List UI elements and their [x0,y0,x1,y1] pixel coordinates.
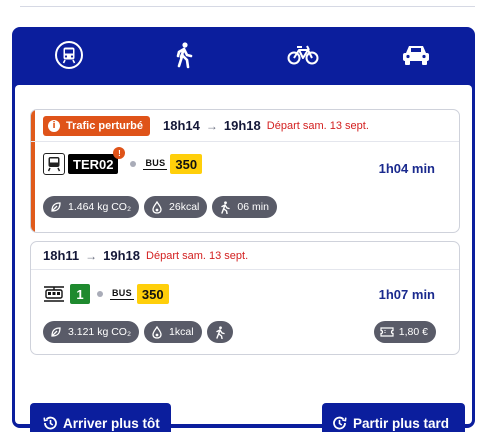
trip-stats: 3.121 kg CO₂ 1kcal [43,321,238,343]
calories-chip: 26kcal [144,196,208,218]
leaf-icon [49,200,63,214]
tram-icon [43,284,65,304]
itinerary-panel: i Trafic perturbé 18h14 → 19h18 Départ s… [12,27,475,432]
pedestrian-icon [213,325,227,339]
departure-time: 18h11 [43,248,80,263]
arrival-time: 19h18 [103,248,141,263]
leg-separator [130,161,137,167]
pedestrian-icon [218,200,232,214]
ter-line-label: TER02 [73,156,114,172]
trip-duration: 1h04 min [378,161,435,176]
itinerary-header: i Trafic perturbé 18h14 → 19h18 Départ s… [31,110,459,142]
bicycle-icon [287,45,319,65]
bus-line-badge: 350 [136,284,169,304]
itinerary-card-2[interactable]: 18h11 → 19h18 Départ sam. 13 sept. 1 BUS [30,241,460,355]
history-icon [42,415,58,431]
tab-bike[interactable] [283,37,323,73]
tab-car[interactable] [396,37,436,73]
train-icon [55,41,83,69]
tab-walk[interactable] [164,37,204,73]
co2-chip: 3.121 kg CO₂ [43,321,140,343]
walk-time-chip: 06 min [212,196,277,218]
depart-later-label: Partir plus tard [353,415,450,431]
price-chip: 1,80 € [373,321,436,343]
trip-stats: 1.464 kg CO₂ 26kcal 06 min [43,196,282,218]
itinerary-header: 18h11 → 19h18 Départ sam. 13 sept. [31,242,459,270]
depart-later-button[interactable]: Partir plus tard [322,403,465,432]
arrive-earlier-label: Arriver plus tôt [63,415,160,431]
results-area: i Trafic perturbé 18h14 → 19h18 Départ s… [15,85,472,432]
pedestrian-icon [176,42,193,69]
flame-icon [150,200,164,214]
disruption-dot-icon: ! [113,147,126,159]
arrow-right-icon: → [205,118,218,133]
co2-value: 3.121 kg CO₂ [68,326,132,338]
tab-transit[interactable] [49,37,89,73]
bus-icon: BUS [110,288,134,300]
departure-time: 18h14 [163,118,200,133]
car-icon [403,46,429,65]
refresh-clock-icon [332,415,348,431]
walk-chip [206,321,233,343]
calories-value: 1kcal [169,326,194,338]
departure-date: Départ sam. 13 sept. [266,119,369,132]
departure-date: Départ sam. 13 sept. [146,249,249,262]
alert-label: Trafic perturbé [66,119,144,132]
co2-value: 1.464 kg CO₂ [68,201,132,213]
bus-line-badge: 350 [170,154,203,174]
price-value: 1,80 € [398,326,428,338]
itinerary-card-1[interactable]: i Trafic perturbé 18h14 → 19h18 Départ s… [30,109,460,233]
co2-chip: 1.464 kg CO₂ [43,196,140,218]
top-divider [20,6,475,7]
trip-duration: 1h07 min [378,287,435,302]
ticket-icon [380,325,394,339]
traffic-alert-badge: i Trafic perturbé [43,115,151,136]
arrow-right-icon: → [85,248,98,263]
arrive-earlier-button[interactable]: Arriver plus tôt [30,403,171,432]
calories-chip: 1kcal [144,321,202,343]
leg-separator [97,291,103,297]
tram-line-badge: 1 [70,284,90,304]
arrival-time: 19h18 [223,118,261,133]
leaf-icon [49,325,63,339]
train-icon [43,153,65,175]
calories-value: 26kcal [169,201,200,213]
flame-icon [150,325,164,339]
ter-line-badge: TER02 ! [68,147,126,174]
info-icon: i [48,119,60,132]
walk-time-value: 06 min [237,201,269,213]
transport-mode-tabs [12,27,475,85]
bus-icon: BUS [143,158,168,170]
